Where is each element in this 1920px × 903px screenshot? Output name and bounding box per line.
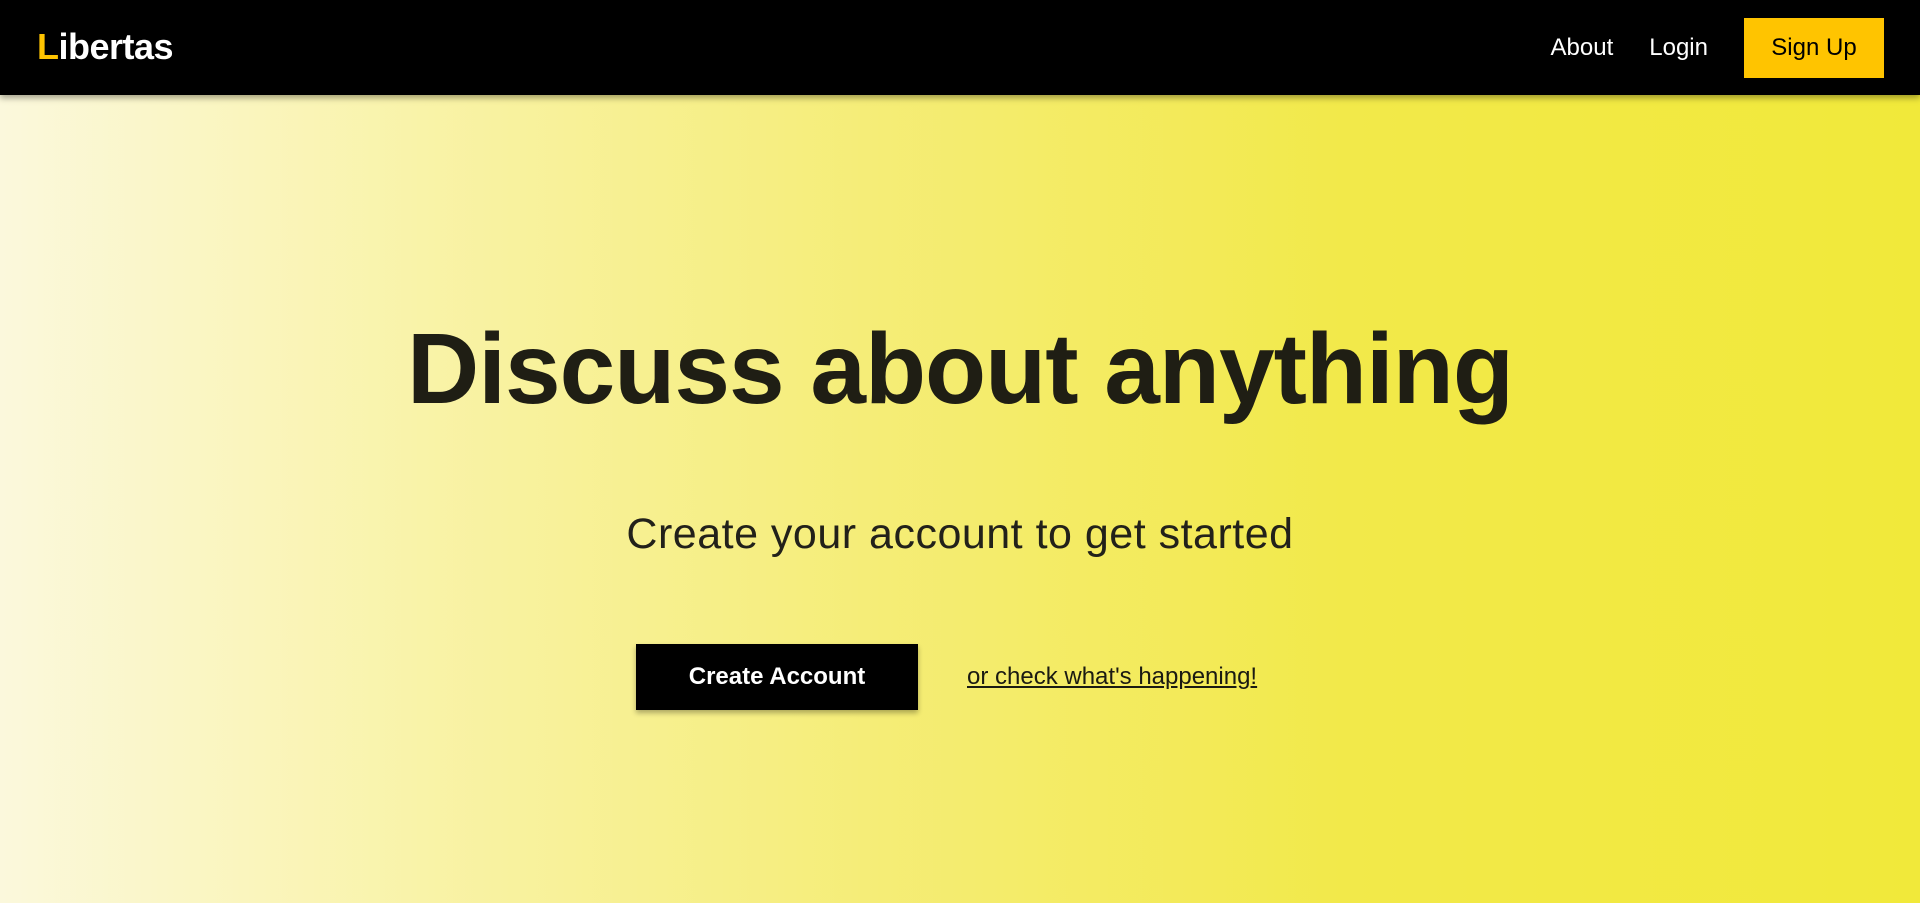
nav-link-about[interactable]: About bbox=[1551, 18, 1614, 78]
nav-links: About Login Sign Up bbox=[1551, 18, 1884, 78]
check-whats-happening-link[interactable]: or check what's happening! bbox=[967, 663, 1257, 691]
nav-link-login[interactable]: Login bbox=[1649, 18, 1708, 78]
logo-text: ibertas bbox=[58, 26, 174, 67]
hero-subtitle: Create your account to get started bbox=[626, 510, 1294, 558]
sign-up-button[interactable]: Sign Up bbox=[1744, 18, 1884, 78]
hero-section: Discuss about anything Create your accou… bbox=[0, 95, 1920, 903]
cta-row: Create Account or check what's happening… bbox=[636, 644, 1257, 710]
logo-accent-letter: L bbox=[37, 26, 59, 67]
create-account-button[interactable]: Create Account bbox=[636, 644, 918, 710]
logo[interactable]: Libertas bbox=[37, 24, 174, 70]
top-navbar: Libertas About Login Sign Up bbox=[0, 0, 1920, 95]
hero-title: Discuss about anything bbox=[407, 313, 1514, 425]
